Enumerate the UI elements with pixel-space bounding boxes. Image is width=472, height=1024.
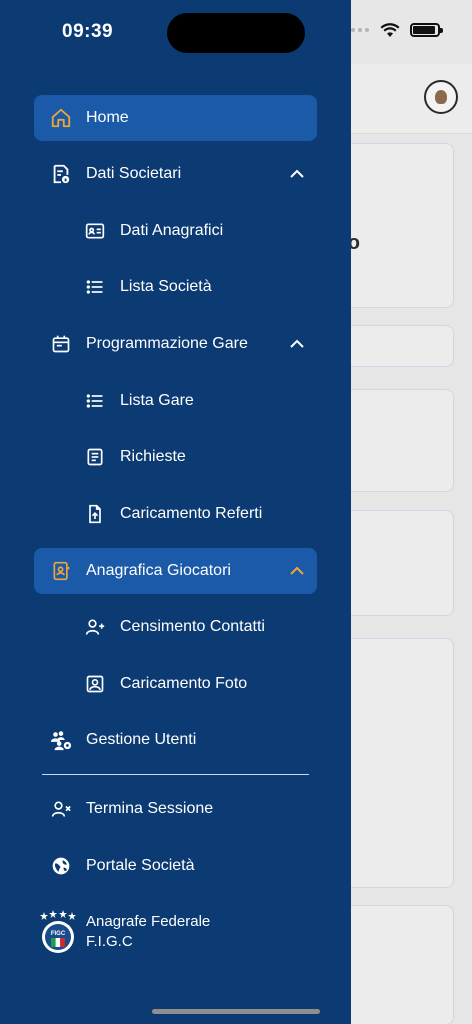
menu-item-label: Home bbox=[86, 109, 129, 126]
menu-item-lista-gare[interactable]: Lista Gare bbox=[34, 378, 317, 424]
menu-item-home[interactable]: Home bbox=[34, 95, 317, 141]
menu-item-dati-societari[interactable]: Dati Societari bbox=[34, 151, 317, 197]
contact-book-icon bbox=[50, 560, 72, 582]
menu-item-censimento-contatti[interactable]: Censimento Contatti bbox=[34, 604, 317, 650]
menu-item-label: Caricamento Referti bbox=[120, 505, 263, 522]
menu-item-label: Gestione Utenti bbox=[86, 731, 197, 748]
menu-item-programmazione-gare[interactable]: Programmazione Gare bbox=[34, 321, 317, 367]
menu-item-label: Lista Società bbox=[120, 278, 212, 295]
background-card bbox=[340, 638, 454, 888]
list-icon bbox=[84, 390, 106, 412]
navigation-drawer: 09:39 Home Dati Societari Dati Anagrafic… bbox=[0, 0, 351, 1024]
portrait-icon bbox=[84, 673, 106, 695]
menu-item-termina-sessione[interactable]: Termina Sessione bbox=[34, 786, 317, 832]
menu-item-dati-anagrafici[interactable]: Dati Anagrafici bbox=[34, 208, 317, 254]
menu-item-caricamento-referti[interactable]: Caricamento Referti bbox=[34, 491, 317, 537]
menu-item-label: Lista Gare bbox=[120, 392, 194, 409]
list-icon bbox=[84, 276, 106, 298]
signal-dots-icon bbox=[351, 28, 369, 32]
brand-footer: FIGC Anagrafe Federale F.I.G.C bbox=[40, 910, 210, 954]
chevron-up-icon[interactable] bbox=[289, 563, 305, 579]
menu-item-anagrafica-giocatori[interactable]: Anagrafica Giocatori bbox=[34, 548, 317, 594]
menu-item-caricamento-foto[interactable]: Caricamento Foto bbox=[34, 661, 317, 707]
home-indicator[interactable] bbox=[152, 1009, 320, 1014]
users-gear-icon bbox=[50, 729, 72, 751]
menu-item-gestione-utenti[interactable]: Gestione Utenti bbox=[34, 717, 317, 763]
calendar-icon bbox=[50, 333, 72, 355]
battery-icon bbox=[410, 23, 443, 37]
status-icons bbox=[350, 22, 443, 38]
figc-logo: FIGC bbox=[40, 910, 76, 954]
document-lines-icon bbox=[84, 446, 106, 468]
dynamic-island bbox=[167, 13, 305, 53]
menu-item-label: Termina Sessione bbox=[86, 800, 214, 817]
menu-item-label: Dati Anagrafici bbox=[120, 222, 224, 239]
menu-item-label: Censimento Contatti bbox=[120, 618, 265, 635]
menu-item-lista-societa[interactable]: Lista Società bbox=[34, 264, 317, 310]
document-info-icon bbox=[50, 163, 72, 185]
wifi-icon bbox=[380, 23, 400, 37]
menu-item-richieste[interactable]: Richieste bbox=[34, 434, 317, 480]
brand-subname: F.I.G.C bbox=[86, 933, 133, 950]
user-x-icon bbox=[50, 798, 72, 820]
background-card bbox=[340, 389, 454, 492]
globe-icon bbox=[50, 855, 72, 877]
menu-item-label: Portale Società bbox=[86, 857, 195, 874]
menu-divider bbox=[42, 774, 309, 775]
file-upload-icon bbox=[84, 503, 106, 525]
svg-text:FIGC: FIGC bbox=[51, 931, 66, 937]
brand-name: Anagrafe Federale bbox=[86, 913, 211, 930]
menu-item-label: Programmazione Gare bbox=[86, 335, 248, 352]
home-icon bbox=[50, 107, 72, 129]
background-card bbox=[340, 510, 454, 616]
menu-item-label: Anagrafica Giocatori bbox=[86, 562, 231, 579]
background-card bbox=[340, 325, 454, 367]
user-plus-icon bbox=[84, 616, 106, 638]
background-card bbox=[340, 905, 454, 1024]
chevron-up-icon[interactable] bbox=[289, 166, 305, 182]
menu-item-label: Richieste bbox=[120, 448, 186, 465]
menu-item-label: Dati Societari bbox=[86, 165, 182, 182]
status-time: 09:39 bbox=[62, 21, 114, 42]
chevron-up-icon[interactable] bbox=[289, 336, 305, 352]
menu-item-portale-societa[interactable]: Portale Società bbox=[34, 843, 317, 889]
menu-item-label: Caricamento Foto bbox=[120, 675, 248, 692]
id-card-icon bbox=[84, 220, 106, 242]
club-logo[interactable] bbox=[424, 80, 458, 114]
background-card bbox=[340, 143, 454, 308]
